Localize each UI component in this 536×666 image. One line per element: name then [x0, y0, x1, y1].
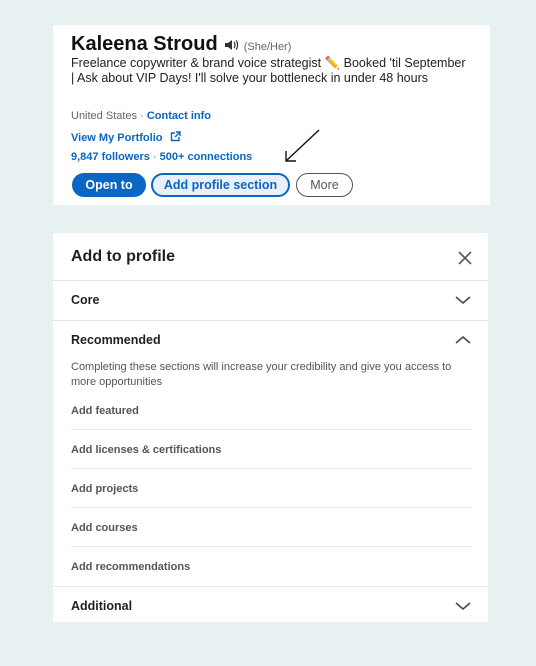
name-row: Kaleena Stroud (She/Her) [71, 33, 291, 56]
open-to-button[interactable]: Open to [72, 173, 146, 197]
pronouns: (She/Her) [243, 41, 292, 53]
location-line: United States · Contact info [71, 110, 211, 122]
add-projects-item[interactable]: Add projects [71, 469, 472, 508]
add-featured-item[interactable]: Add featured [71, 391, 472, 430]
close-icon[interactable] [457, 250, 473, 266]
add-recommendations-item[interactable]: Add recommendations [71, 547, 472, 586]
headline: Freelance copywriter & brand voice strat… [71, 56, 466, 85]
speaker-icon[interactable] [224, 38, 240, 52]
external-link-icon [170, 131, 181, 145]
panel-title: Add to profile [71, 248, 175, 265]
section-additional[interactable]: Additional [53, 586, 488, 626]
panel-header: Add to profile [53, 233, 488, 281]
add-to-profile-panel: Add to profile Core Recommended Completi… [53, 233, 488, 622]
section-core[interactable]: Core [53, 281, 488, 321]
section-additional-label: Additional [71, 599, 133, 613]
arrow-annotation [285, 129, 320, 162]
contact-info-link[interactable]: Contact info [147, 110, 211, 122]
add-courses-item[interactable]: Add courses [71, 508, 472, 547]
profile-name: Kaleena Stroud [71, 33, 218, 55]
section-recommended-label: Recommended [71, 333, 161, 347]
connections-link[interactable]: 500+ connections [160, 151, 253, 163]
section-core-label: Core [71, 293, 100, 307]
location-separator: · [137, 110, 147, 122]
recommended-list: Add featured Add licenses & certificatio… [71, 391, 472, 586]
recommended-description: Completing these sections will increase … [71, 361, 452, 388]
followers-link[interactable]: 9,847 followers [71, 151, 150, 163]
chevron-down-icon [455, 296, 471, 304]
portfolio-link[interactable]: View My Portfolio [71, 130, 181, 144]
more-button[interactable]: More [296, 173, 353, 197]
add-profile-section-button[interactable]: Add profile section [151, 173, 290, 197]
chevron-up-icon [455, 336, 471, 344]
add-licenses-item[interactable]: Add licenses & certifications [71, 430, 472, 469]
location: United States [71, 110, 138, 122]
network-separator: · [149, 151, 160, 163]
profile-card: Kaleena Stroud (She/Her) Freelance copyw… [53, 25, 490, 205]
network-line: 9,847 followers · 500+ connections [71, 151, 252, 163]
section-recommended[interactable]: Recommended [53, 321, 488, 361]
portfolio-label: View My Portfolio [71, 132, 163, 144]
chevron-down-icon [455, 602, 471, 610]
